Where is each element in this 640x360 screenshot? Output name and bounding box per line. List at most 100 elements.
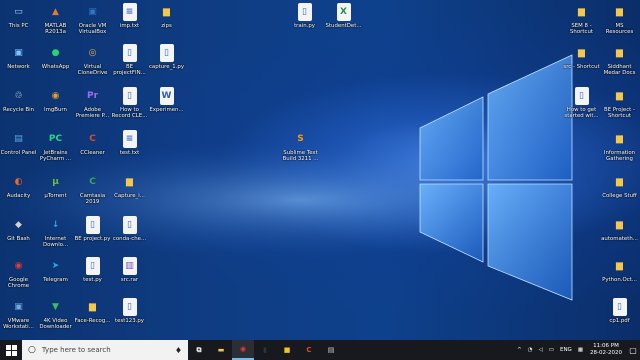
rar-file-icon: ▥	[122, 257, 137, 275]
desktop-icon-label: Sublime Text Build 3211 ...	[282, 150, 319, 163]
desktop-icon-label: automateth...	[601, 236, 638, 242]
desktop-icon-label: BE projectFIN...	[113, 64, 146, 77]
desktop-icon-label: BE project.py	[74, 236, 111, 242]
folder-icon: ▆	[616, 133, 623, 144]
sublime-text-icon: S	[297, 133, 304, 144]
taskbar-app[interactable]: ▬	[210, 340, 232, 360]
wifi-icon[interactable]: ◔	[525, 347, 536, 353]
desktop-icon-label: WhatsApp	[41, 64, 70, 70]
folder-icon: ▆	[616, 219, 623, 230]
camtasia-icon: C	[89, 176, 96, 187]
desktop-icon-label: conda-che...	[112, 236, 147, 242]
imgburn-icon: ◉	[51, 90, 60, 101]
ccleaner-icon: C	[89, 133, 96, 144]
volume-icon[interactable]: ◁	[536, 347, 546, 353]
python-file-icon: ▯	[85, 216, 100, 234]
terminal-icon: ▮	[263, 346, 267, 354]
taskbar-app[interactable]: ▤	[320, 340, 342, 360]
4k-downloader-icon: ▼	[52, 301, 59, 312]
text-file-icon: ≡	[122, 3, 137, 21]
file-icon: ▯	[122, 87, 137, 105]
windows-logo-icon	[5, 344, 17, 356]
clock[interactable]: 11:06 PM 28-02-2020	[586, 343, 626, 357]
ccleaner-icon: C	[306, 346, 312, 354]
desktop-icon-label: CCleaner	[80, 150, 105, 156]
language-indicator[interactable]: ENG	[557, 347, 575, 353]
sticky-app-icon: ■	[283, 346, 291, 354]
desktop-icon-label: Python.Oct...	[602, 277, 637, 283]
desktop-icon-label: Information Gathering	[603, 150, 636, 163]
desktop-icon-label: test.py	[83, 277, 102, 283]
python-file-icon: ▯	[85, 257, 100, 275]
desktop-icon-label: StudentDet...	[325, 23, 362, 29]
taskbar: ○ Type here to search ♦ ⧉ ▬ ◉ ▮ ■ C ▤ ^ ◔ ◁ ▭ …	[0, 340, 640, 360]
desktop-icon-label: MS Resources	[605, 23, 634, 36]
this-pc-icon: ▭	[14, 6, 23, 17]
task-view-icon: ⧉	[196, 345, 202, 354]
matlab-icon: ▲	[52, 6, 59, 17]
file-icon: ▯	[122, 44, 137, 62]
desktop-icon-label: Telegram	[43, 277, 68, 283]
microphone-icon[interactable]: ♦	[175, 346, 182, 355]
folder-icon: ▆	[163, 6, 170, 17]
notification-center-icon[interactable]: ▢	[626, 346, 640, 355]
show-hidden-icons-icon[interactable]: ^	[514, 347, 525, 353]
desktop-icon-label: ImgBurn	[44, 107, 67, 113]
desktop-icon[interactable]: ▯ How to get started wit...	[563, 84, 600, 142]
folder-icon: ▆	[126, 176, 133, 187]
desktop-icon-label: Oracle VM VirtualBox	[78, 23, 107, 36]
excel-file-icon: X	[336, 3, 351, 21]
desktop-icon-label: How to get started wit...	[564, 107, 599, 120]
network-icon: ▣	[14, 47, 23, 58]
taskbar-app[interactable]: ⧉	[188, 340, 210, 360]
text-file-icon: ≡	[122, 130, 137, 148]
file-explorer-icon: ▬	[217, 346, 225, 354]
search-placeholder: Type here to search	[41, 346, 111, 354]
desktop-icon-label: zips	[161, 23, 172, 29]
whatsapp-icon: ●	[51, 47, 60, 58]
folder-icon: ▆	[616, 6, 623, 17]
desktop-icon-label: Virtual CloneDrive	[77, 64, 108, 77]
desktop-icon-label: µTorrent	[44, 193, 67, 199]
taskbar-app[interactable]: ▮	[254, 340, 276, 360]
desktop-icon-label: MATLAB R2013a	[44, 23, 67, 36]
desktop-icon-label: train.py	[294, 23, 315, 29]
desktop-icon-label: Camtasia 2019	[79, 193, 106, 206]
desktop-icon-label: Network	[7, 64, 30, 70]
desktop-icon-label: Experimen...	[149, 107, 184, 113]
taskbar-app[interactable]: ■	[276, 340, 298, 360]
folder-icon: ▆	[616, 47, 623, 58]
battery-icon[interactable]: ▭	[546, 347, 557, 353]
capture-app-icon: ▤	[327, 346, 335, 354]
desktop-icon-label: SEM 8 - Shortcut	[570, 23, 593, 36]
idm-icon: ↓	[51, 219, 60, 230]
folder-shortcut-icon: ▆	[616, 90, 623, 101]
desktop-icon[interactable]: W Experimen...	[148, 84, 185, 142]
recycle-bin-icon: ♲	[14, 90, 23, 101]
start-button[interactable]	[0, 340, 22, 360]
keyboard-icon[interactable]: ▦	[575, 347, 586, 353]
taskbar-app[interactable]: ◉	[232, 340, 254, 360]
file-icon: ▯	[574, 87, 589, 105]
desktop-icon-label: Face-Recog...	[74, 318, 111, 324]
desktop-icon[interactable]: S Sublime Text Build 3211 ...	[282, 127, 319, 185]
desktop-icon[interactable]: X StudentDet...	[325, 0, 362, 58]
control-panel-icon: ▤	[14, 133, 23, 144]
desktop-icon-label: Siddhant Medar Docs	[603, 64, 636, 77]
desktop-icon-label: src - Shortcut	[563, 64, 600, 70]
taskbar-search-box[interactable]: ○ Type here to search ♦	[22, 340, 188, 360]
clock-time: 11:06 PM	[593, 343, 619, 349]
taskbar-app[interactable]: C	[298, 340, 320, 360]
folder-shortcut-icon: ▆	[578, 47, 585, 58]
pycharm-icon: PC	[48, 133, 63, 144]
taskbar-apps: ⧉ ▬ ◉ ▮ ■ C ▤	[188, 340, 342, 360]
python-file-icon: ▯	[297, 3, 312, 21]
git-bash-icon: ◆	[15, 219, 22, 230]
file-icon: ▯	[122, 216, 137, 234]
telegram-icon: ➤	[51, 260, 60, 271]
utorrent-icon: µ	[52, 176, 59, 187]
desktop-icon[interactable]: ▯ train.py	[286, 0, 323, 58]
desktop-icon-label: Recycle Bin	[2, 107, 35, 113]
desktop-icon-label: cp1.pdf	[609, 318, 630, 324]
desktop-icon-label: College Stuff	[602, 193, 637, 199]
